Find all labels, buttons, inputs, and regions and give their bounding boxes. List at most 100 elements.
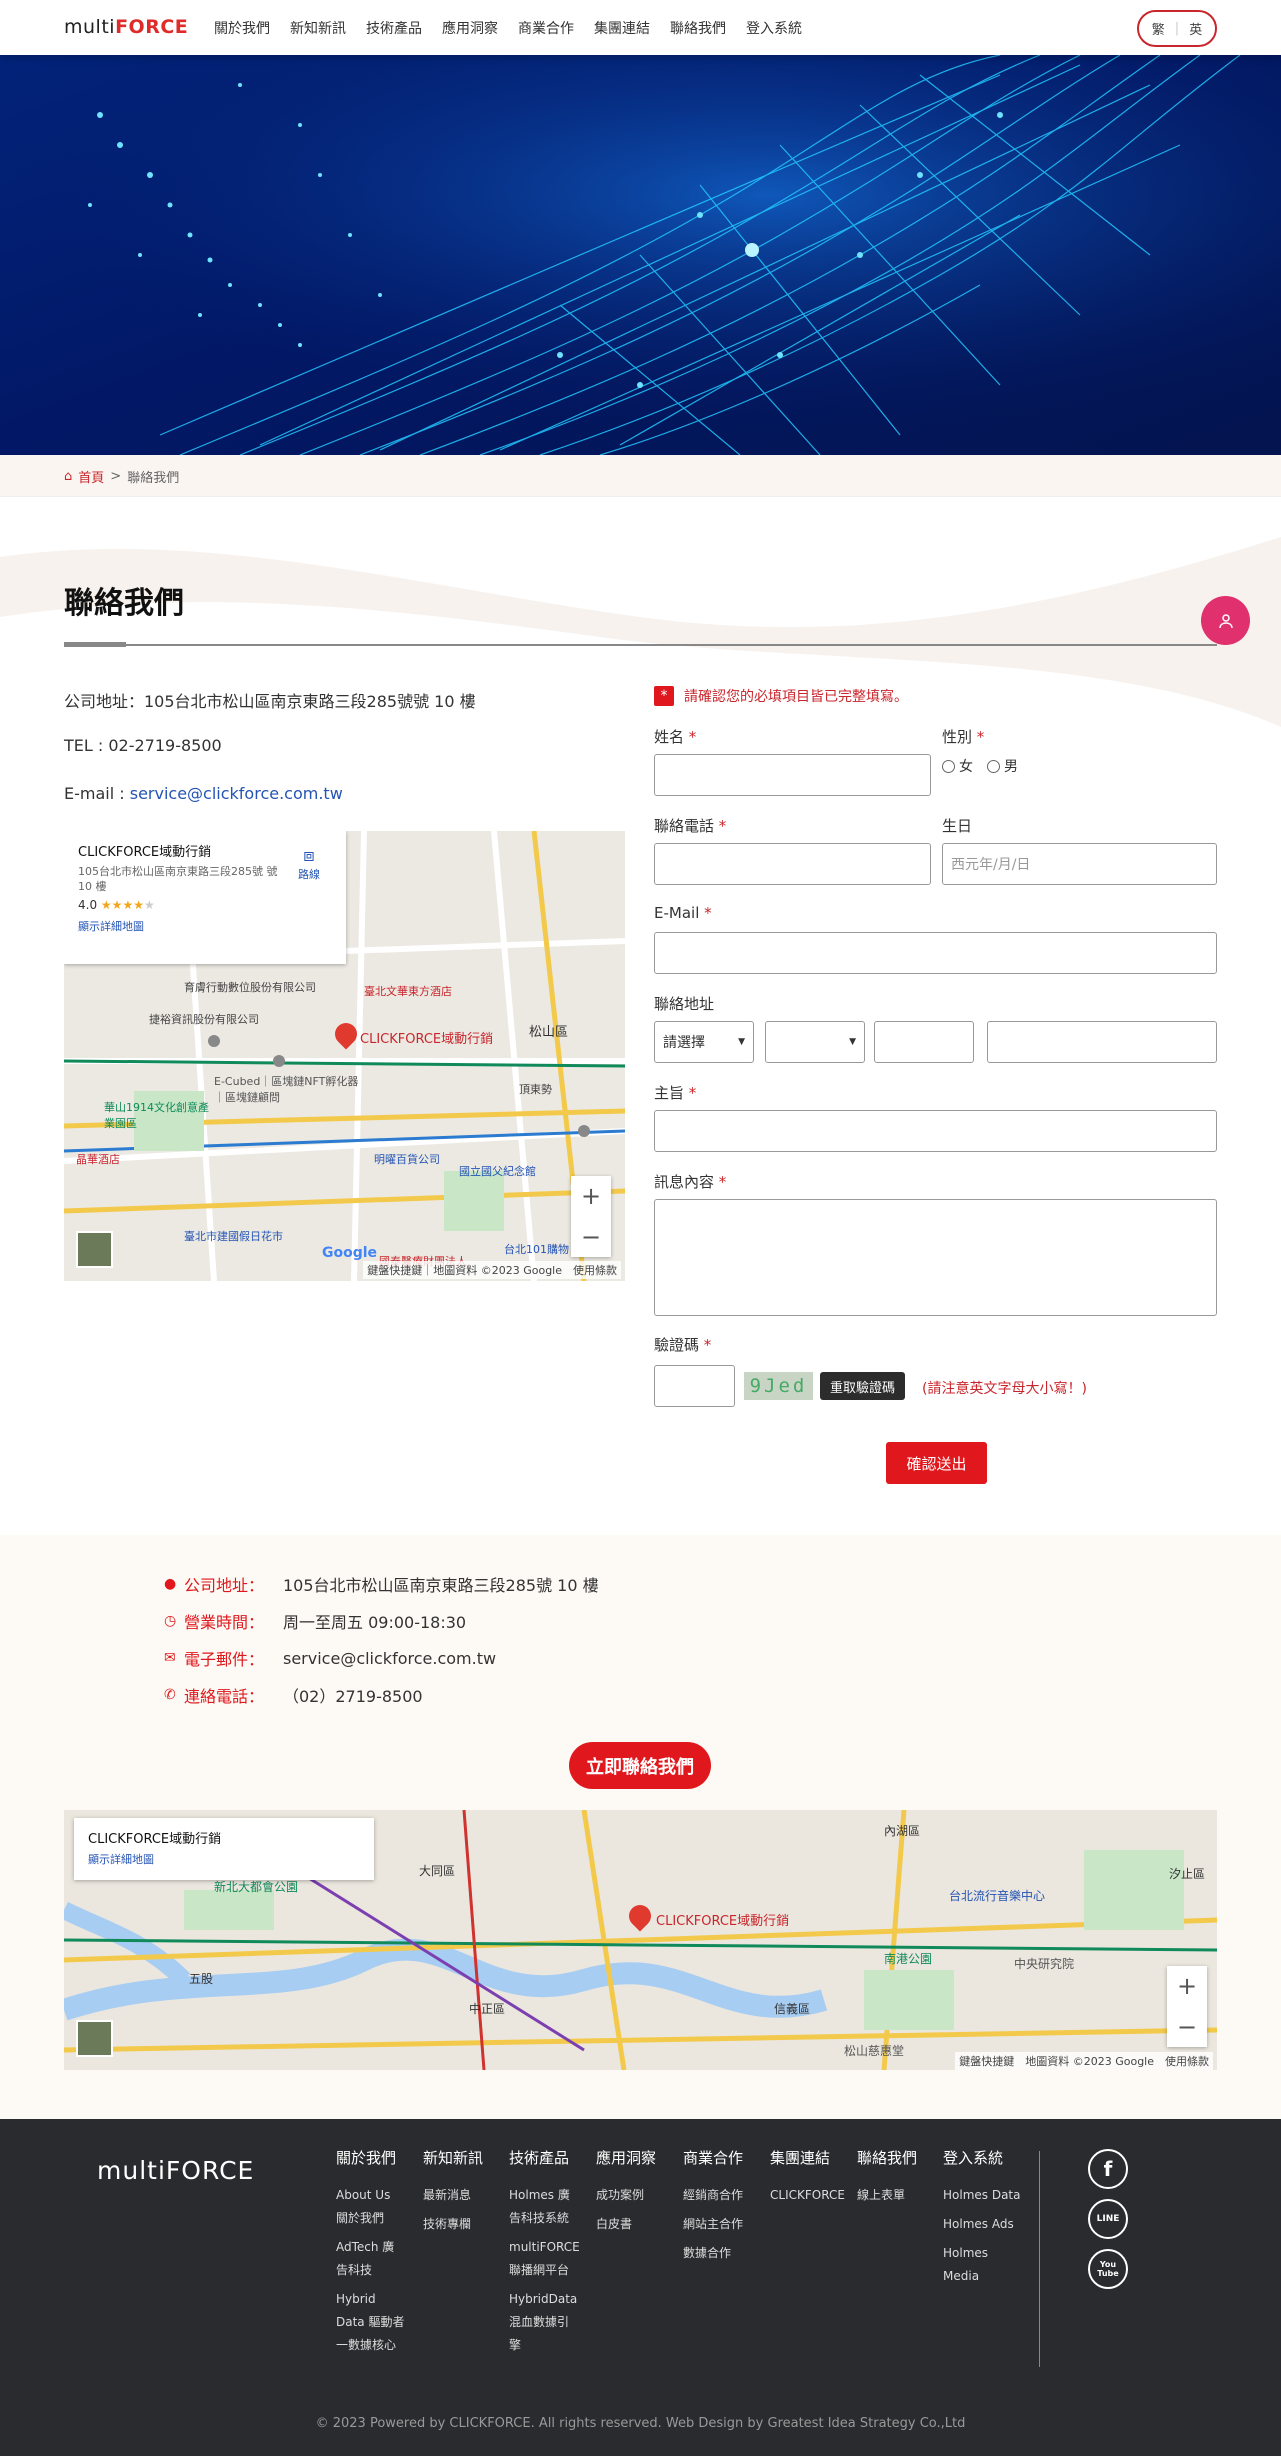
footer-link[interactable]: 白皮書	[596, 2213, 666, 2236]
map-rating: 4.0 ★★★★★	[78, 898, 332, 912]
footer-heading[interactable]: 登入系統	[943, 2147, 1023, 2168]
map-more-link[interactable]: 顯示詳細地圖	[78, 918, 332, 934]
nav-contact[interactable]: 聯絡我們	[670, 18, 726, 38]
footer-link[interactable]: 網站主合作	[683, 2213, 753, 2236]
name-field[interactable]	[654, 754, 931, 796]
address-street-field[interactable]	[987, 1021, 1217, 1063]
site-logo[interactable]: multiFORCE	[64, 16, 188, 38]
footer-divider	[1039, 2151, 1040, 2367]
google-map-embed-wide[interactable]: 大同區 中正區 信義區 內湖區 汐止區 南港公園 中央研究院 新北大都會公園 五…	[64, 1810, 1217, 2070]
youtube-icon[interactable]: You Tube	[1088, 2249, 1128, 2289]
map-label-mandarin: 臺北文華東方酒店	[364, 985, 452, 998]
breadcrumb-home[interactable]: 首頁	[78, 467, 104, 486]
nav-news[interactable]: 新知新訊	[290, 18, 346, 38]
footer-heading[interactable]: 新知新訊	[423, 2147, 493, 2168]
submit-button[interactable]: 確認送出	[886, 1442, 987, 1484]
map2-label-zhongzheng: 中正區	[469, 2002, 506, 2016]
map-directions-button[interactable]: ⧈ 路線	[298, 845, 320, 882]
chevron-down-icon: ▼	[738, 1037, 745, 1047]
footer-link[interactable]: Hybrid Data 驅動者一數據核心	[336, 2288, 406, 2357]
footer-col-about: 關於我們 About Us 關於我們 AdTech 廣告科技 Hybrid Da…	[336, 2147, 406, 2363]
footer-link[interactable]: 線上表單	[857, 2184, 927, 2207]
email-field[interactable]	[654, 932, 1217, 974]
footer-link[interactable]: multiFORCE 聯播網平台	[509, 2236, 580, 2282]
footer-link[interactable]: 數據合作	[683, 2242, 753, 2265]
map2-label-datong: 大同區	[419, 1864, 456, 1878]
facebook-icon[interactable]: f	[1088, 2149, 1128, 2189]
footer-link[interactable]: 最新消息	[423, 2184, 493, 2207]
user-icon[interactable]	[1201, 596, 1250, 645]
zoom-out-button[interactable]: −	[581, 1223, 601, 1251]
nav-business[interactable]: 商業合作	[518, 18, 574, 38]
google-map-embed[interactable]: 晶華酒店 育膚行動數位股份有限公司 捷裕資訊股份有限公司 臺北文華東方酒店 松山…	[64, 831, 625, 1281]
address-label: 聯絡地址	[654, 995, 715, 1013]
footer-link[interactable]: HybridData 混血數據引擎	[509, 2288, 579, 2357]
contact-email-value[interactable]: service@clickforce.com.tw	[283, 1649, 496, 1668]
map-attribution[interactable]: 鍵盤快捷鍵｜地圖資料 ©2023 Google 使用條款	[363, 1261, 621, 1279]
footer-link[interactable]: 成功案例	[596, 2184, 666, 2207]
footer-link[interactable]: CLICKFORCE	[770, 2184, 850, 2207]
footer-heading[interactable]: 應用洞察	[596, 2147, 666, 2168]
rating-value: 4.0	[78, 898, 98, 912]
map2-more-link[interactable]: 顯示詳細地圖	[88, 1851, 360, 1867]
footer-link[interactable]: About Us 關於我們	[336, 2184, 406, 2230]
address-district-select[interactable]: ▼	[765, 1021, 865, 1063]
map-pin-label: CLICKFORCE域動行銷	[360, 1032, 494, 1047]
message-textarea[interactable]	[654, 1199, 1217, 1316]
refresh-captcha-button[interactable]: 重取驗證碼	[820, 1372, 906, 1400]
footer-heading[interactable]: 商業合作	[683, 2147, 753, 2168]
nav-insights[interactable]: 應用洞察	[442, 18, 498, 38]
map2-place-name: CLICKFORCE域動行銷	[88, 1832, 222, 1847]
address-zip-field[interactable]	[874, 1021, 974, 1063]
lang-traditional-chinese[interactable]: 繁	[1152, 19, 1165, 38]
zoom-out-button[interactable]: −	[1177, 2013, 1197, 2041]
gender-label: 性別 *	[942, 726, 984, 747]
map-label-ecubed: E-Cubed｜區塊鏈NFT孵化器｜區塊鏈顧問	[214, 1075, 359, 1104]
main-nav: 關於我們 新知新訊 技術產品 應用洞察 商業合作 集團連結 聯絡我們 登入系統	[214, 18, 802, 38]
nav-products[interactable]: 技術產品	[366, 18, 422, 38]
phone-field[interactable]	[654, 843, 931, 885]
nav-login[interactable]: 登入系統	[746, 18, 802, 38]
subject-field[interactable]	[654, 1110, 1217, 1152]
zoom-in-button[interactable]: +	[1177, 1972, 1197, 2000]
footer-link[interactable]: AdTech 廣告科技	[336, 2236, 406, 2282]
phone-icon: ✆	[164, 1687, 176, 1703]
contact-us-now-button[interactable]: 立即聯絡我們	[569, 1742, 711, 1789]
contact-email-label: 電子郵件：	[184, 1650, 265, 1669]
footer-link[interactable]: Holmes Data	[943, 2184, 1023, 2207]
required-notice: * 請確認您的必填項目皆已完整填寫。	[654, 686, 908, 706]
map-satellite-toggle[interactable]	[76, 1231, 113, 1268]
breadcrumb-bar: ⌂ 首頁 > 聯絡我們	[0, 455, 1281, 497]
email-label: E-Mail *	[654, 904, 712, 922]
captcha-label: 驗證碼 *	[654, 1334, 711, 1355]
gender-male-radio[interactable]: 男	[987, 756, 1018, 776]
lang-english[interactable]: 英	[1189, 19, 1202, 38]
home-icon[interactable]: ⌂	[64, 469, 72, 484]
map2-satellite-toggle[interactable]	[76, 2020, 113, 2057]
address-city-select[interactable]: 請選擇 ▼	[654, 1021, 754, 1063]
footer-link[interactable]: 技術專欄	[423, 2213, 493, 2236]
map2-attribution[interactable]: 鍵盤快捷鍵 地圖資料 ©2023 Google 使用條款	[955, 2052, 1213, 2070]
line-icon[interactable]: LINE	[1088, 2199, 1128, 2239]
email-link[interactable]: service@clickforce.com.tw	[130, 784, 343, 803]
site-footer: multiFORCE 關於我們 About Us 關於我們 AdTech 廣告科…	[0, 2119, 1281, 2456]
footer-heading[interactable]: 聯絡我們	[857, 2147, 927, 2168]
footer-link[interactable]: Holmes Ads	[943, 2213, 1023, 2236]
footer-heading[interactable]: 技術產品	[509, 2147, 579, 2168]
footer-heading[interactable]: 集團連結	[770, 2147, 850, 2168]
zoom-in-button[interactable]: +	[581, 1182, 601, 1210]
footer-heading[interactable]: 關於我們	[336, 2147, 406, 2168]
footer-link[interactable]: 經銷商合作	[683, 2184, 753, 2207]
nav-about[interactable]: 關於我們	[214, 18, 270, 38]
location-pin-icon: ●	[164, 1576, 177, 1592]
footer-col-group: 集團連結 CLICKFORCE	[770, 2147, 850, 2213]
footer-logo[interactable]: multiFORCE	[97, 2156, 254, 2185]
footer-link[interactable]: Holmes Media	[943, 2242, 1023, 2288]
captcha-field[interactable]	[654, 1365, 735, 1407]
contact-address-value: 105台北市松山區南京東路三段285號 10 樓	[283, 1576, 599, 1595]
nav-group[interactable]: 集團連結	[594, 18, 650, 38]
gender-female-radio[interactable]: 女	[942, 756, 973, 776]
birthday-field[interactable]: 西元年/月/日	[942, 843, 1217, 885]
required-notice-text: 請確認您的必填項目皆已完整填寫。	[684, 689, 908, 705]
footer-link[interactable]: Holmes 廣告科技系統	[509, 2184, 579, 2230]
